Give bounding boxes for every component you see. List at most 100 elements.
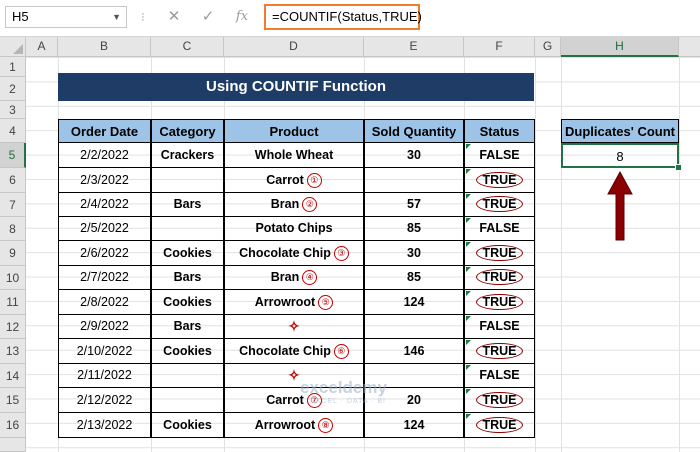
cell-date[interactable]: 2/11/2022 (58, 364, 151, 388)
cell-status[interactable]: TRUE (464, 266, 535, 290)
cell-product[interactable]: Arrowroot ⑤ (224, 290, 364, 315)
cell-date[interactable]: 2/4/2022 (58, 193, 151, 217)
cell-qty[interactable]: 124 (364, 413, 464, 438)
col-header-f[interactable]: F (464, 37, 535, 57)
cell-status[interactable]: TRUE (464, 241, 535, 266)
cell-status[interactable]: FALSE (464, 143, 535, 168)
row-header-17[interactable] (0, 438, 26, 452)
cell-product[interactable]: ✧ (224, 315, 364, 339)
row-header-13[interactable]: 13 (0, 339, 26, 364)
cancel-icon[interactable]: ✕ (163, 7, 185, 27)
name-box[interactable]: H5 ▼ (5, 6, 127, 28)
cell-status[interactable]: TRUE (464, 388, 535, 413)
cell-status[interactable]: FALSE (464, 364, 535, 388)
cell-category[interactable]: Cookies (151, 339, 224, 364)
cell-date[interactable]: 2/10/2022 (58, 339, 151, 364)
cell-status[interactable]: FALSE (464, 217, 535, 241)
header-sold-quantity[interactable]: Sold Quantity (364, 119, 464, 143)
name-box-value: H5 (12, 9, 29, 24)
cell-qty[interactable]: 146 (364, 339, 464, 364)
cell-status[interactable]: TRUE (464, 413, 535, 438)
cell-category[interactable] (151, 388, 224, 413)
cell-category[interactable] (151, 168, 224, 193)
col-header-h[interactable]: H (561, 37, 679, 57)
formula-input[interactable]: =COUNTIF(Status,TRUE) (264, 4, 422, 30)
cell-category[interactable]: Bars (151, 193, 224, 217)
cell-status[interactable]: TRUE (464, 168, 535, 193)
row-header-9[interactable]: 9 (0, 241, 26, 266)
col-header-b[interactable]: B (58, 37, 151, 57)
cell-status[interactable]: TRUE (464, 193, 535, 217)
row-header-3[interactable]: 3 (0, 101, 26, 119)
row-header-2[interactable]: 2 (0, 77, 26, 101)
cell-qty[interactable] (364, 315, 464, 339)
row-header-8[interactable]: 8 (0, 217, 26, 241)
cell-category[interactable]: Bars (151, 315, 224, 339)
cell-date[interactable]: 2/7/2022 (58, 266, 151, 290)
cell-date[interactable]: 2/3/2022 (58, 168, 151, 193)
cell-qty[interactable]: 85 (364, 217, 464, 241)
cell-date[interactable]: 2/13/2022 (58, 413, 151, 438)
cell-qty[interactable]: 124 (364, 290, 464, 315)
cell-product[interactable]: Bran ④ (224, 266, 364, 290)
row-header-4[interactable]: 4 (0, 119, 26, 143)
formula-bar: H5 ▼ ⁝ ✕ ✓ fx =COUNTIF(Status,TRUE) (0, 0, 700, 37)
cell-date[interactable]: 2/9/2022 (58, 315, 151, 339)
cell-qty[interactable]: 30 (364, 143, 464, 168)
col-header-a[interactable]: A (26, 37, 58, 57)
cell-product[interactable]: Bran ② (224, 193, 364, 217)
cell-category[interactable]: Crackers (151, 143, 224, 168)
row-header-10[interactable]: 10 (0, 266, 26, 290)
cell-status[interactable]: FALSE (464, 315, 535, 339)
cell-date[interactable]: 2/6/2022 (58, 241, 151, 266)
cell-category[interactable]: Cookies (151, 290, 224, 315)
cell-date[interactable]: 2/8/2022 (58, 290, 151, 315)
cell-qty[interactable] (364, 168, 464, 193)
header-product[interactable]: Product (224, 119, 364, 143)
select-all-corner[interactable] (0, 37, 26, 57)
row-header-7[interactable]: 7 (0, 193, 26, 217)
cell-product[interactable]: Carrot ① (224, 168, 364, 193)
cell-product[interactable]: Arrowroot ⑧ (224, 413, 364, 438)
cell-category[interactable]: Cookies (151, 241, 224, 266)
row-header-1[interactable]: 1 (0, 57, 26, 77)
cell-product[interactable]: Whole Wheat (224, 143, 364, 168)
row-header-14[interactable]: 14 (0, 364, 26, 388)
header-order-date[interactable]: Order Date (58, 119, 151, 143)
col-header-g[interactable]: G (535, 37, 561, 57)
header-category[interactable]: Category (151, 119, 224, 143)
cell-category[interactable] (151, 217, 224, 241)
insert-function-icon[interactable]: fx (231, 7, 253, 27)
col-header-next[interactable] (679, 37, 700, 57)
cell-date[interactable]: 2/12/2022 (58, 388, 151, 413)
cell-date[interactable]: 2/5/2022 (58, 217, 151, 241)
cell-date[interactable]: 2/2/2022 (58, 143, 151, 168)
cell-product[interactable]: Potato Chips (224, 217, 364, 241)
row-header-5[interactable]: 5 (0, 143, 26, 168)
header-status[interactable]: Status (464, 119, 535, 143)
cell-qty[interactable]: 85 (364, 266, 464, 290)
row-header-12[interactable]: 12 (0, 315, 26, 339)
col-header-c[interactable]: C (151, 37, 224, 57)
cell-status[interactable]: TRUE (464, 290, 535, 315)
sheet-title[interactable]: Using COUNTIF Function (58, 73, 534, 101)
fill-handle[interactable] (675, 164, 682, 171)
row-header-11[interactable]: 11 (0, 290, 26, 315)
col-header-d[interactable]: D (224, 37, 364, 57)
cell-qty[interactable]: 30 (364, 241, 464, 266)
cell-qty[interactable]: 57 (364, 193, 464, 217)
cell-category[interactable] (151, 364, 224, 388)
col-header-e[interactable]: E (364, 37, 464, 57)
enter-icon[interactable]: ✓ (197, 7, 219, 27)
row-header-6[interactable]: 6 (0, 168, 26, 193)
cell-product[interactable]: Chocolate Chip ③ (224, 241, 364, 266)
cell-category[interactable]: Cookies (151, 413, 224, 438)
cell-product[interactable]: Chocolate Chip ⑥ (224, 339, 364, 364)
duplicates-count-value[interactable]: 8 (561, 143, 679, 168)
cell-status[interactable]: TRUE (464, 339, 535, 364)
row-header-16[interactable]: 16 (0, 413, 26, 438)
duplicates-count-header[interactable]: Duplicates' Count (561, 119, 679, 143)
name-box-dropdown-icon[interactable]: ▼ (112, 7, 121, 27)
row-header-15[interactable]: 15 (0, 388, 26, 413)
cell-category[interactable]: Bars (151, 266, 224, 290)
